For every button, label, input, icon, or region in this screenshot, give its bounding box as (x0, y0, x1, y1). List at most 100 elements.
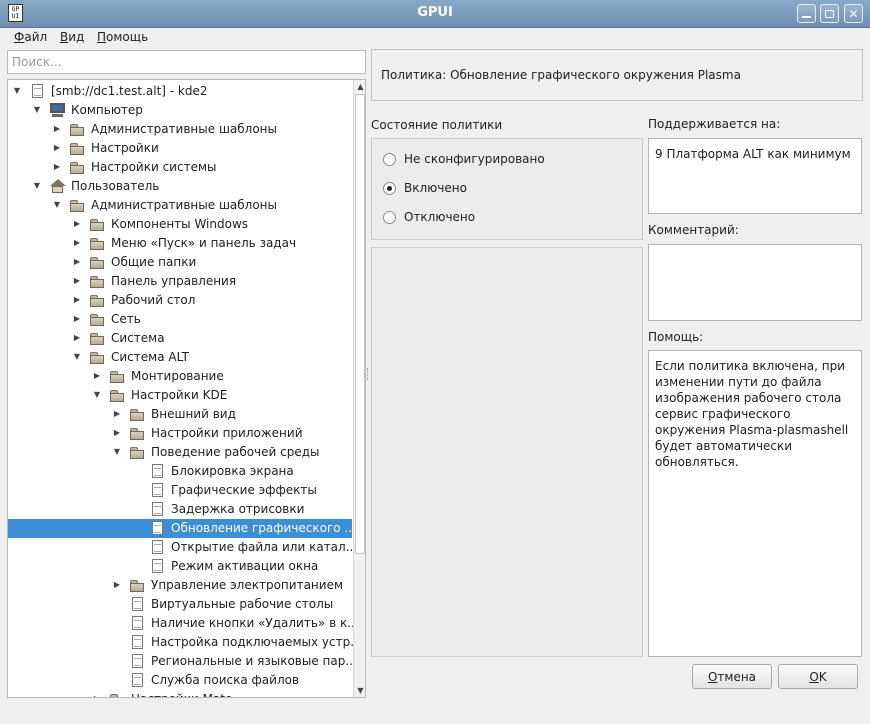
tree-item-label: Внешний вид (151, 407, 236, 421)
cancel-button[interactable]: Отмена (692, 664, 772, 689)
policy-title: Политика: Обновление графического окруже… (371, 49, 863, 101)
tree-scrollbar[interactable]: ▲ ▼ (353, 80, 365, 697)
folder-icon (129, 444, 146, 460)
expand-arrow-icon[interactable]: ▶ (72, 219, 82, 229)
tree-item-label: Настройки (91, 141, 159, 155)
tree-item[interactable]: ▼ Административные шаблоны (8, 196, 352, 215)
tree-item[interactable]: ▶ Настройки приложений (8, 424, 352, 443)
tree-item[interactable]: Виртуальные рабочие столы (8, 595, 352, 614)
tree-item[interactable]: ▶ Монтирование (8, 367, 352, 386)
folder-icon (69, 159, 86, 175)
title-bar[interactable]: GP UI GPUI ✕ (0, 0, 870, 28)
tree-item[interactable]: Открытие файла или катал... (8, 538, 357, 557)
minimize-icon (802, 15, 811, 18)
tree-item[interactable]: ▶ Настройки Mate (8, 690, 352, 697)
expand-arrow-icon[interactable]: ▶ (52, 162, 62, 172)
expand-arrow-icon[interactable]: ▶ (92, 371, 102, 381)
tree-item[interactable]: ▶ Настройки (8, 139, 352, 158)
tree-item-label: Компьютер (71, 103, 143, 117)
menu-help[interactable]: Помощь (97, 30, 148, 44)
collapse-arrow-icon[interactable]: ▼ (112, 447, 122, 457)
tree-item[interactable]: ▼ Пользователь (8, 177, 352, 196)
folder-icon (129, 425, 146, 441)
tree-item-label: Поведение рабочей среды (151, 445, 320, 459)
tree-item[interactable]: Служба поиска файлов (8, 671, 352, 690)
tree-item[interactable]: ▶ Общие папки (8, 253, 352, 272)
tree-item-label: Сеть (111, 312, 141, 326)
help-field[interactable]: Если политика включена, при изменении пу… (648, 350, 862, 657)
tree-item[interactable]: Настройка подключаемых устр... (8, 633, 362, 652)
doc-icon (129, 615, 146, 631)
doc-icon (129, 634, 146, 650)
tree-item[interactable]: Задержка отрисовки (8, 500, 352, 519)
scroll-down-arrow-icon[interactable]: ▼ (354, 684, 365, 697)
tree-item-label: Региональные и языковые пар... (151, 654, 357, 668)
expand-arrow-icon[interactable]: ▶ (52, 124, 62, 134)
folder-icon (69, 121, 86, 137)
tree-item[interactable]: Графические эффекты (8, 481, 352, 500)
tree-item-label: Панель управления (111, 274, 237, 288)
search-input[interactable] (7, 50, 366, 74)
scroll-up-arrow-icon[interactable]: ▲ (354, 80, 365, 93)
maximize-button[interactable] (820, 4, 839, 23)
tree-item[interactable]: ▼ Поведение рабочей среды (8, 443, 352, 462)
tree-item[interactable]: ▶ Административные шаблоны (8, 120, 352, 139)
doc-icon (149, 558, 166, 574)
expand-arrow-icon[interactable]: ▶ (112, 409, 122, 419)
close-button[interactable]: ✕ (844, 4, 863, 23)
expand-arrow-icon[interactable]: ▶ (52, 143, 62, 153)
tree-item[interactable]: Режим активации окна (8, 557, 352, 576)
tree-item[interactable]: Наличие кнопки «Удалить» в к... (8, 614, 359, 633)
expand-arrow-icon[interactable]: ▶ (112, 428, 122, 438)
supported-on-field[interactable]: 9 Платформа ALT как минимум (648, 138, 862, 214)
tree-item[interactable]: ▶ Настройки системы (8, 158, 352, 177)
collapse-arrow-icon[interactable]: ▼ (32, 181, 42, 191)
tree-item-label: Настройки Mate (131, 692, 232, 697)
doc-icon (129, 653, 146, 669)
collapse-arrow-icon[interactable]: ▼ (32, 105, 42, 115)
expand-arrow-icon[interactable]: ▶ (72, 333, 82, 343)
tree-item-label: Наличие кнопки «Удалить» в к... (151, 616, 359, 630)
tree-item-label: Виртуальные рабочие столы (151, 597, 334, 611)
tree-item[interactable]: ▼ Настройки KDE (8, 386, 352, 405)
tree-item-label: [smb://dc1.test.alt] - kde2 (51, 84, 208, 98)
tree-item[interactable]: Обновление графического ... (8, 519, 356, 538)
tree-item[interactable]: ▶ Внешний вид (8, 405, 352, 424)
tree-item[interactable]: ▶ Компоненты Windows (8, 215, 352, 234)
tree-item[interactable]: ▶ Сеть (8, 310, 352, 329)
comment-field[interactable] (648, 244, 862, 321)
menu-view[interactable]: Вид (60, 30, 84, 44)
tree-item[interactable]: ▶ Рабочий стол (8, 291, 352, 310)
tree-item[interactable]: Региональные и языковые пар... (8, 652, 357, 671)
tree-item-label: Служба поиска файлов (151, 673, 300, 687)
expand-arrow-icon[interactable]: ▶ (72, 257, 82, 267)
tree-item[interactable]: ▶ Панель управления (8, 272, 352, 291)
expand-arrow-icon[interactable]: ▶ (72, 238, 82, 248)
minimize-button[interactable] (797, 4, 816, 23)
tree-item-label: Настройка подключаемых устр... (151, 635, 362, 649)
collapse-arrow-icon[interactable]: ▼ (72, 352, 82, 362)
expand-arrow-icon[interactable]: ▶ (72, 295, 82, 305)
policy-tree[interactable]: ▼ [smb://dc1.test.alt] - kde2 ▼ Компьютер ▶ А… (7, 79, 366, 698)
collapse-arrow-icon[interactable]: ▼ (92, 390, 102, 400)
radio-circle-icon[interactable] (383, 153, 396, 166)
expand-arrow-icon[interactable]: ▶ (72, 314, 82, 324)
expand-arrow-icon[interactable]: ▶ (92, 694, 102, 697)
tree-item[interactable]: ▶ Управление электропитанием (8, 576, 352, 595)
tree-item-label: Блокировка экрана (171, 464, 294, 478)
tree-item[interactable]: ▼ [smb://dc1.test.alt] - kde2 (8, 82, 352, 101)
tree-item[interactable]: ▼ Система ALT (8, 348, 352, 367)
scroll-thumb[interactable] (355, 94, 365, 554)
tree-item[interactable]: ▼ Компьютер (8, 101, 352, 120)
expand-arrow-icon[interactable]: ▶ (72, 276, 82, 286)
tree-item[interactable]: ▶ Система (8, 329, 352, 348)
radio-checked-icon[interactable] (383, 182, 396, 195)
tree-item[interactable]: ▶ Меню «Пуск» и панель задач (8, 234, 352, 253)
collapse-arrow-icon[interactable]: ▼ (52, 200, 62, 210)
expand-arrow-icon[interactable]: ▶ (112, 580, 122, 590)
tree-item[interactable]: Блокировка экрана (8, 462, 352, 481)
collapse-arrow-icon[interactable]: ▼ (12, 86, 22, 96)
ok-button[interactable]: OK (778, 664, 858, 689)
radio-circle-icon[interactable] (383, 211, 396, 224)
menu-file[interactable]: Файл (14, 30, 47, 44)
